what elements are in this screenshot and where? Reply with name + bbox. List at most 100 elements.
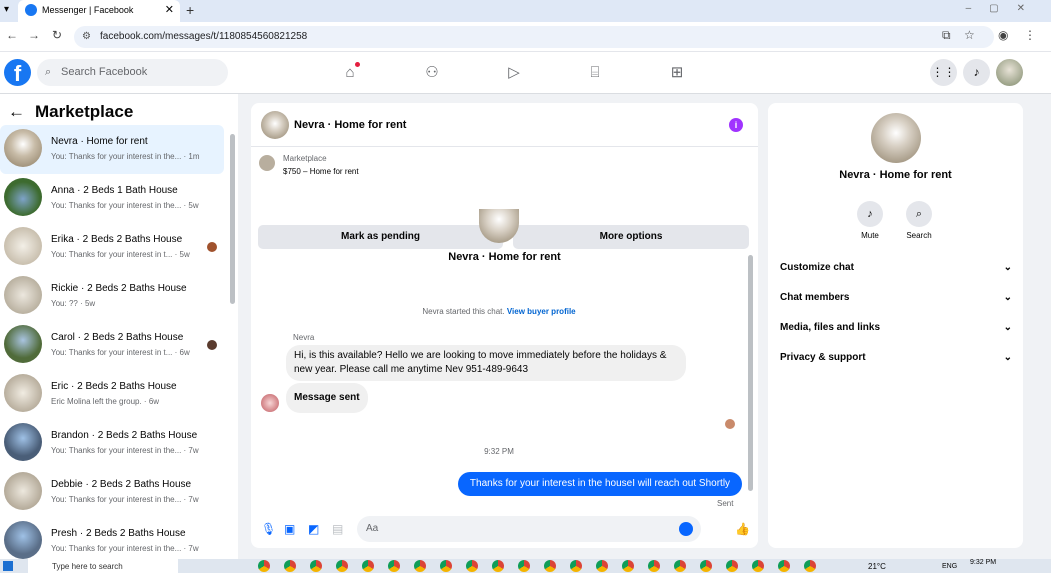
chrome-icon[interactable] <box>518 560 530 572</box>
search-icon: ⌕ <box>906 201 932 227</box>
thread-scrollbar[interactable] <box>748 255 753 491</box>
chrome-icon[interactable] <box>648 560 660 572</box>
profile-avatar[interactable] <box>996 59 1023 86</box>
conversation-item[interactable]: Brandon · 2 Beds 2 Baths House You: Than… <box>0 419 224 468</box>
chrome-icon[interactable] <box>622 560 634 572</box>
windows-start-icon[interactable] <box>3 561 13 571</box>
address-bar[interactable]: ⚙ facebook.com/messages/t/11808545608212… <box>74 26 994 48</box>
chrome-icon[interactable] <box>778 560 790 572</box>
search-conversation-button[interactable]: ⌕ Search <box>894 201 944 240</box>
friends-icon[interactable]: ⚇ <box>421 62 443 84</box>
sender-name: Nevra <box>293 333 315 342</box>
conversation-item[interactable]: Erika · 2 Beds 2 Baths House You: Thanks… <box>0 223 224 272</box>
chat-avatar[interactable] <box>261 111 289 139</box>
install-app-icon[interactable]: ⧉ <box>942 28 951 43</box>
language-indicator[interactable]: ENG <box>942 559 957 573</box>
conversation-avatar <box>4 472 42 510</box>
browser-tab[interactable]: Messenger | Facebook ✕ <box>18 0 180 22</box>
privacy-support-row[interactable]: Privacy & support ⌄ <box>780 343 1012 373</box>
facebook-logo-icon[interactable]: f <box>4 59 31 86</box>
chrome-icon[interactable] <box>570 560 582 572</box>
chat-members-row[interactable]: Chat members ⌄ <box>780 283 1012 313</box>
microphone-icon[interactable]: 🎙 <box>261 522 276 536</box>
chat-title[interactable]: Nevra · Home for rent <box>294 119 406 131</box>
marketplace-label: Marketplace <box>283 154 327 163</box>
chat-info-panel: Nevra · Home for rent ♪ Mute ⌕ Search Cu… <box>768 103 1023 548</box>
notifications-icon[interactable]: ♪ <box>963 59 990 86</box>
panel-title: ← Marketplace <box>8 102 133 122</box>
tab-list-icon[interactable]: ▾ <box>4 0 9 20</box>
chrome-icon[interactable] <box>492 560 504 572</box>
conversation-item[interactable]: Eric · 2 Beds 2 Baths House Eric Molina … <box>0 370 224 419</box>
gif-icon[interactable]: ▤ <box>332 522 343 536</box>
search-input[interactable]: ⌕ Search Facebook <box>37 59 228 86</box>
conversation-snippet: You: ?? · 5w <box>51 299 96 308</box>
view-buyer-profile-link[interactable]: View buyer profile <box>507 307 576 316</box>
chrome-icon[interactable] <box>284 560 296 572</box>
chrome-icon[interactable] <box>362 560 374 572</box>
mute-button[interactable]: ♪ Mute <box>845 201 895 240</box>
chrome-icon[interactable] <box>466 560 478 572</box>
taskbar-search-input[interactable]: Type here to search <box>28 559 178 573</box>
home-icon[interactable]: ⌂ <box>339 62 361 84</box>
emoji-icon[interactable] <box>679 522 693 536</box>
window-controls[interactable]: –▢✕ <box>966 0 1043 18</box>
profile-icon[interactable]: ◉ <box>998 28 1008 42</box>
incoming-message-bubble[interactable]: Hi, is this available? Hello we are look… <box>286 345 686 381</box>
sent-status: Sent <box>717 499 734 508</box>
gaming-icon[interactable]: ⊞ <box>666 62 688 84</box>
sticker-icon[interactable]: ◩ <box>308 522 319 536</box>
conversation-item[interactable]: Debbie · 2 Beds 2 Baths House You: Thank… <box>0 468 224 517</box>
conversation-item[interactable]: Rickie · 2 Beds 2 Baths House You: ?? · … <box>0 272 224 321</box>
back-icon[interactable]: ← <box>6 28 18 42</box>
conversation-item[interactable]: Presh · 2 Beds 2 Baths House You: Thanks… <box>0 517 224 559</box>
seen-avatar <box>207 242 217 252</box>
conversation-item[interactable]: Anna · 2 Beds 1 Bath House You: Thanks f… <box>0 174 224 223</box>
chrome-icon[interactable] <box>804 560 816 572</box>
bookmark-star-icon[interactable]: ☆ <box>964 28 975 42</box>
weather-temp[interactable]: 21°C <box>868 559 886 573</box>
taskbar-clock[interactable]: 9:32 PM <box>970 559 996 567</box>
chrome-icon[interactable] <box>336 560 348 572</box>
browser-menu-icon[interactable]: ⋮ <box>1024 28 1036 42</box>
listing-thumbnail[interactable] <box>259 155 275 171</box>
menu-icon[interactable]: ⋮⋮ <box>930 59 957 86</box>
conversation-item[interactable]: Nevra · Home for rent You: Thanks for yo… <box>0 125 224 174</box>
media-files-links-row[interactable]: Media, files and links ⌄ <box>780 313 1012 343</box>
chrome-icon[interactable] <box>388 560 400 572</box>
site-info-icon[interactable]: ⚙ <box>82 26 91 48</box>
chrome-icon[interactable] <box>674 560 686 572</box>
chrome-icon[interactable] <box>310 560 322 572</box>
chrome-icon[interactable] <box>752 560 764 572</box>
message-input[interactable]: Aa <box>357 516 701 542</box>
reload-icon[interactable]: ↻ <box>52 28 62 42</box>
conversation-name: Brandon · 2 Beds 2 Baths House <box>51 430 198 441</box>
outgoing-message-bubble[interactable]: Thanks for your interest in the houseI w… <box>458 472 742 496</box>
chrome-icon[interactable] <box>544 560 556 572</box>
back-arrow-icon[interactable]: ← <box>8 102 25 121</box>
info-icon[interactable]: i <box>729 118 743 132</box>
chrome-icon[interactable] <box>440 560 452 572</box>
conversation-snippet: You: Thanks for your interest in the... … <box>51 152 200 161</box>
video-icon[interactable]: ▷ <box>503 62 525 84</box>
chrome-icon[interactable] <box>596 560 608 572</box>
conversation-avatar <box>4 325 42 363</box>
new-tab-icon[interactable]: + <box>186 0 194 20</box>
contact-avatar[interactable] <box>871 113 921 163</box>
chrome-icon[interactable] <box>414 560 426 572</box>
message-timestamp: 9:32 PM <box>484 447 514 456</box>
chrome-icon[interactable] <box>700 560 712 572</box>
conversation-avatar <box>4 423 42 461</box>
forward-icon[interactable]: → <box>28 28 40 42</box>
listing-title[interactable]: $750 – Home for rent <box>283 167 359 176</box>
conversation-item[interactable]: Carol · 2 Beds 2 Baths House You: Thanks… <box>0 321 224 370</box>
customize-chat-row[interactable]: Customize chat ⌄ <box>780 253 1012 283</box>
thumbs-up-icon[interactable]: 👍 <box>735 522 750 536</box>
photo-icon[interactable]: ▣ <box>284 522 295 536</box>
taskbar-app-icon[interactable] <box>258 560 270 572</box>
chrome-icon[interactable] <box>726 560 738 572</box>
incoming-message-bubble[interactable]: Message sent <box>286 383 368 413</box>
close-tab-icon[interactable]: ✕ <box>165 0 174 20</box>
marketplace-icon[interactable]: ⌸ <box>584 62 606 84</box>
conversation-list-scrollbar[interactable] <box>230 134 235 304</box>
